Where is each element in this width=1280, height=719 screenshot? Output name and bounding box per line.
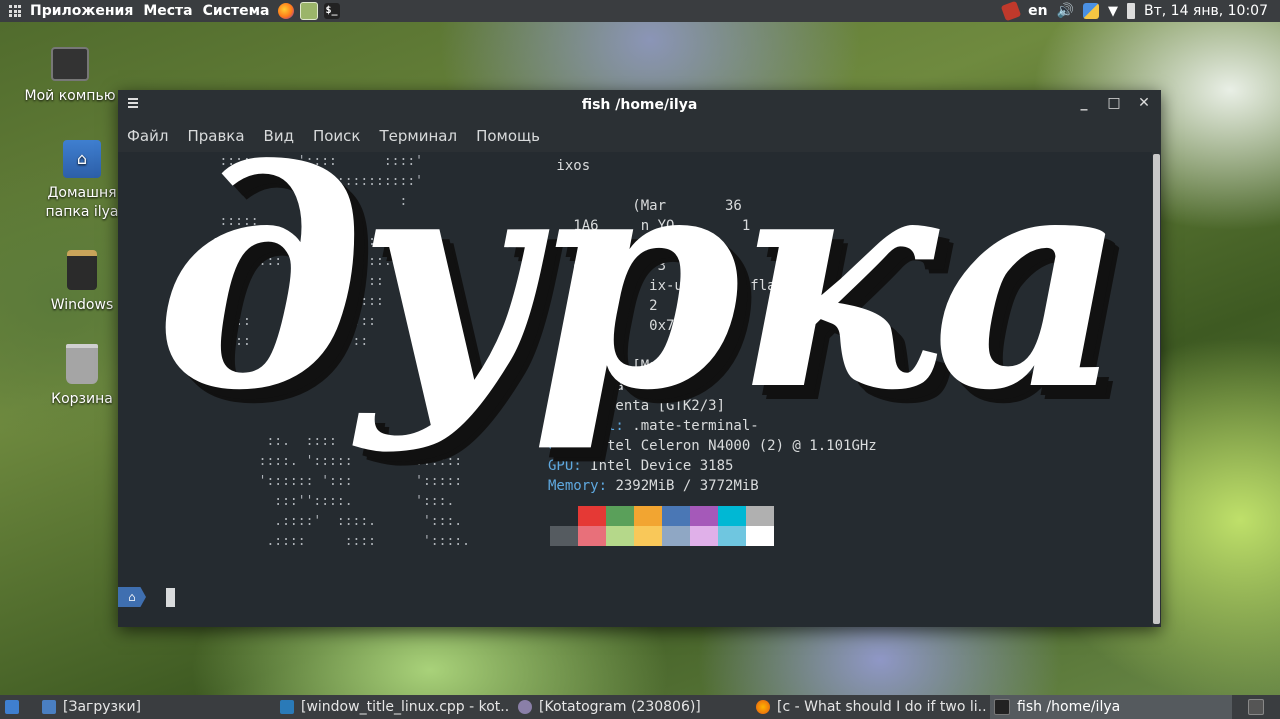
logo-line: :::''::::. ':::. — [196, 494, 455, 509]
battery-icon[interactable] — [1127, 3, 1135, 19]
text-cursor — [166, 587, 175, 607]
bottom-taskbar: [Загрузки] [window_title_linux.cpp - kot… — [0, 695, 1280, 719]
info-key: Memory: — [548, 478, 608, 494]
info-line: Memory: 2392MiB / 3772MiB — [548, 476, 759, 496]
vscode-icon — [280, 700, 294, 714]
shell-prompt[interactable]: ⌂ — [118, 587, 175, 607]
taskbar-item[interactable]: [c - What should I do if two li... — [756, 695, 986, 719]
taskbar-item[interactable]: [Kotatogram (230806)] — [518, 695, 748, 719]
color-swatch — [606, 506, 634, 526]
desktop-icon-label: Мой компью — [24, 88, 116, 104]
desktop-icon-computer[interactable]: Мой компью — [15, 47, 125, 106]
menu-applications[interactable]: Приложения — [25, 0, 138, 22]
logo-line: .:::: :::: '::::. — [196, 534, 470, 549]
color-swatch — [578, 526, 606, 546]
color-swatch — [606, 526, 634, 546]
logo-line: ':::::: '::: '::::: — [196, 474, 463, 489]
color-swatch — [550, 506, 578, 526]
workspace-icon — [1248, 699, 1264, 715]
color-swatch — [662, 526, 690, 546]
taskbar-item-label: fish /home/ilya — [1017, 699, 1121, 715]
file-manager-launcher-icon[interactable] — [299, 2, 318, 20]
show-desktop-icon — [5, 700, 19, 714]
keyboard-layout-indicator[interactable]: en — [1028, 3, 1047, 19]
trash-icon — [66, 344, 98, 384]
folder-icon — [42, 700, 56, 714]
taskbar-item-label: [Kotatogram (230806)] — [539, 699, 701, 715]
network-icon[interactable]: ▼ — [1108, 4, 1118, 19]
taskbar-item-active[interactable]: fish /home/ilya — [990, 695, 1232, 719]
color-swatch — [634, 526, 662, 546]
clock[interactable]: Вт, 14 янв, 10:07 — [1144, 3, 1268, 19]
color-swatch — [718, 526, 746, 546]
color-swatch — [746, 506, 774, 526]
color-palette-top — [550, 506, 774, 526]
color-swatch — [578, 506, 606, 526]
app-tray-icon[interactable] — [1083, 3, 1099, 19]
color-swatch — [746, 526, 774, 546]
taskbar-item-label: [c - What should I do if two li... — [777, 699, 986, 715]
show-desktop-button[interactable] — [5, 695, 29, 719]
kotatogram-icon — [518, 700, 532, 714]
overlay-word: дурка — [155, 103, 1126, 456]
color-swatch — [690, 526, 718, 546]
color-swatch — [662, 506, 690, 526]
taskbar-item-label: [Загрузки] — [63, 699, 142, 715]
taskbar-item-label: [window_title_linux.cpp - kot... — [301, 699, 510, 715]
color-swatch — [718, 506, 746, 526]
home-folder-icon: ⌂ — [63, 140, 101, 178]
color-palette-bottom — [550, 526, 774, 546]
taskbar-item[interactable]: [Загрузки] — [42, 695, 272, 719]
close-icon[interactable]: ✕ — [1136, 95, 1152, 113]
menu-places[interactable]: Места — [138, 0, 197, 22]
home-prompt-icon: ⌂ — [118, 587, 146, 607]
notification-icon[interactable] — [1000, 0, 1022, 22]
menu-system[interactable]: Система — [198, 0, 275, 22]
computer-icon — [51, 47, 89, 81]
drive-icon — [67, 250, 97, 290]
firefox-icon — [756, 700, 770, 714]
logo-line: .::::' ::::. ':::. — [196, 514, 463, 529]
firefox-launcher-icon[interactable] — [277, 3, 294, 19]
info-value: 2392MiB / 3772MiB — [607, 478, 759, 494]
volume-icon[interactable]: 🔊 — [1057, 3, 1074, 19]
taskbar-item[interactable]: [window_title_linux.cpp - kot... — [280, 695, 510, 719]
terminal-launcher-icon[interactable]: $_ — [323, 3, 340, 19]
color-swatch — [634, 506, 662, 526]
apps-grid-icon[interactable] — [9, 5, 21, 17]
terminal-icon — [994, 699, 1010, 715]
color-swatch — [690, 506, 718, 526]
top-panel: Приложения Места Система $_ en 🔊 ▼ Вт, 1… — [0, 0, 1280, 22]
workspace-switcher[interactable] — [1248, 695, 1274, 719]
color-swatch — [550, 526, 578, 546]
